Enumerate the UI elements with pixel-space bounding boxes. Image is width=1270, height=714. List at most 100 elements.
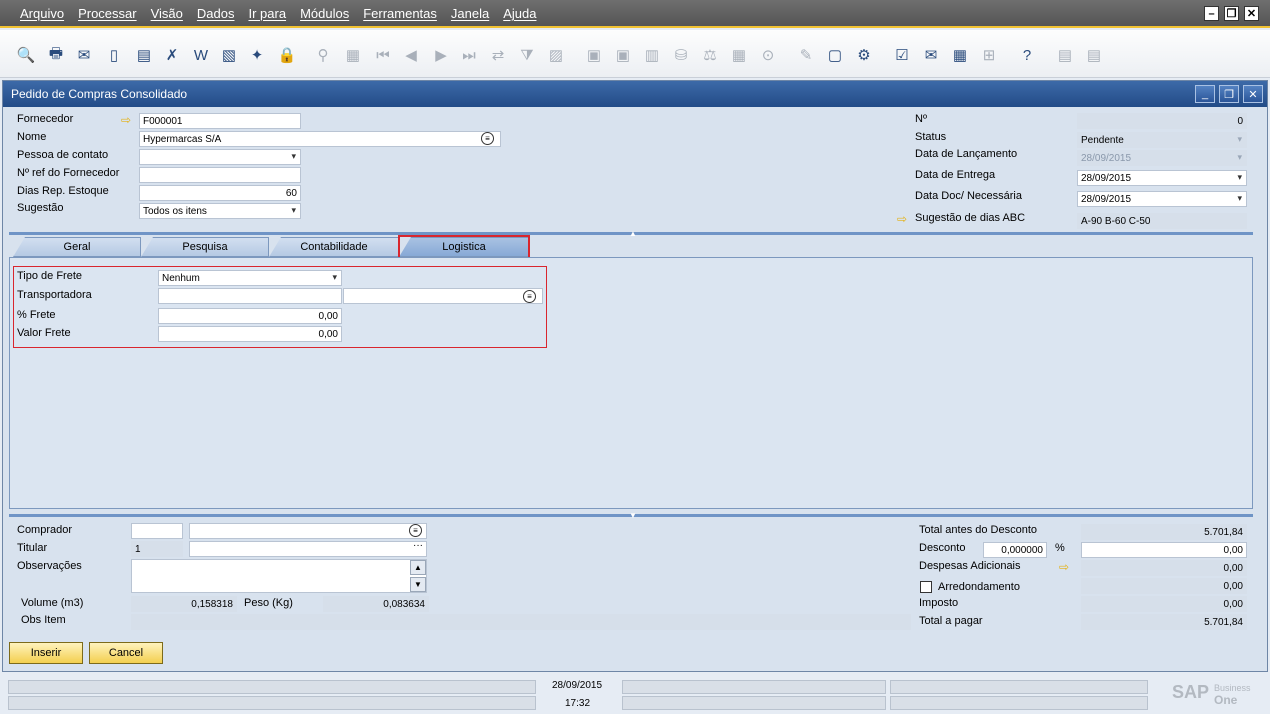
total-antes-label: Total antes do Desconto: [919, 524, 1038, 536]
menu-ferramentas[interactable]: Ferramentas: [363, 6, 437, 21]
total-pagar-field: 5.701,84: [1081, 614, 1247, 630]
dias-field[interactable]: 60: [139, 185, 301, 201]
sugestao-dropdown[interactable]: Todos os itens: [139, 203, 301, 219]
comprador-name-field[interactable]: [189, 523, 427, 539]
arredondamento-field: 0,00: [1081, 578, 1247, 594]
window-maximize-button[interactable]: ❐: [1219, 85, 1239, 103]
pct-frete-field[interactable]: 0,00: [158, 308, 342, 324]
pessoa-dropdown[interactable]: [139, 149, 301, 165]
add-icon[interactable]: ▦: [342, 44, 364, 66]
dias-label: Dias Rep. Estoque: [17, 185, 109, 197]
transportadora-name-field[interactable]: [343, 288, 543, 304]
menu-arquivo[interactable]: Arquivo: [20, 6, 64, 21]
menu-ajuda[interactable]: Ajuda: [503, 6, 536, 21]
list-icon[interactable]: ≡: [409, 524, 422, 537]
word-icon[interactable]: W: [190, 44, 212, 66]
despesas-label: Despesas Adicionais: [919, 560, 1021, 572]
tab-geral[interactable]: Geral: [13, 237, 141, 257]
valor-frete-field[interactable]: 0,00: [158, 326, 342, 342]
scroll-down-icon[interactable]: ▼: [410, 577, 426, 592]
previous-record-icon[interactable]: ◀: [400, 44, 422, 66]
despesas-field: 0,00: [1081, 560, 1247, 576]
app-close-button[interactable]: ✕: [1244, 6, 1259, 21]
last-record-icon[interactable]: ⏭: [458, 44, 480, 66]
message-icon[interactable]: ✉: [920, 44, 942, 66]
edit-icon[interactable]: ✎: [795, 44, 817, 66]
menu-visao[interactable]: Visão: [151, 6, 183, 21]
fax-icon[interactable]: ▤: [133, 44, 155, 66]
nome-field[interactable]: Hypermarcas S/A: [139, 131, 501, 147]
binoculars-icon[interactable]: ⚲: [312, 44, 334, 66]
transportadora-code-field[interactable]: [158, 288, 342, 304]
desconto-pct-field[interactable]: 0,000000: [983, 542, 1047, 558]
launch-icon[interactable]: ✦: [246, 44, 268, 66]
titular-name-field[interactable]: [189, 541, 427, 557]
sugestao-label: Sugestão: [17, 202, 64, 214]
document-search-icon[interactable]: ⊙: [757, 44, 779, 66]
list-icon[interactable]: ≡: [523, 290, 536, 303]
balance-icon[interactable]: ⚖: [699, 44, 721, 66]
nref-field[interactable]: [139, 167, 301, 183]
form-settings-icon[interactable]: ▤: [1054, 44, 1076, 66]
first-record-icon[interactable]: ⏮: [372, 44, 394, 66]
window-close-button[interactable]: ✕: [1243, 85, 1263, 103]
lock-icon[interactable]: 🔒: [276, 44, 298, 66]
abc-arrow-icon[interactable]: ⇨: [897, 212, 907, 226]
cancel-button[interactable]: Cancel: [89, 642, 163, 664]
entrega-field[interactable]: 28/09/2015: [1077, 170, 1247, 186]
inserir-button[interactable]: Inserir: [9, 642, 83, 664]
menu-janela[interactable]: Janela: [451, 6, 489, 21]
pdf-icon[interactable]: ▧: [218, 44, 240, 66]
app-restore-button[interactable]: ❐: [1224, 6, 1239, 21]
menu-processar[interactable]: Processar: [78, 6, 137, 21]
help-icon[interactable]: ?: [1016, 44, 1038, 66]
tipo-frete-dropdown[interactable]: Nenhum: [158, 270, 342, 286]
menu-modulos[interactable]: Módulos: [300, 6, 349, 21]
preview-icon[interactable]: 🔍: [15, 44, 37, 66]
settings-icon[interactable]: ⚙: [853, 44, 875, 66]
volume-icon[interactable]: ⛁: [670, 44, 692, 66]
list-icon[interactable]: ≡: [481, 132, 494, 145]
window-minimize-button[interactable]: _: [1195, 85, 1215, 103]
menu-ir-para[interactable]: Ir para: [248, 6, 286, 21]
calendar-icon[interactable]: ▦: [949, 44, 971, 66]
tab-contabilidade[interactable]: Contabilidade: [269, 237, 399, 257]
desconto-field[interactable]: 0,00: [1081, 542, 1247, 558]
tab-pesquisa[interactable]: Pesquisa: [141, 237, 269, 257]
link-arrow-icon[interactable]: ⇨: [121, 113, 131, 127]
excel-icon[interactable]: ✗: [161, 44, 183, 66]
doc-field[interactable]: 28/09/2015: [1077, 191, 1247, 207]
target-document-icon[interactable]: ▣: [612, 44, 634, 66]
print-icon[interactable]: 🖶: [45, 44, 67, 66]
more-icon[interactable]: ···: [413, 540, 423, 551]
calc-icon[interactable]: ▦: [728, 44, 750, 66]
status-date: 28/09/2015: [552, 680, 603, 691]
sort-icon[interactable]: ▨: [545, 44, 567, 66]
sms-icon[interactable]: ▯: [103, 44, 125, 66]
email-icon[interactable]: ✉: [73, 44, 95, 66]
arredondamento-checkbox[interactable]: [920, 581, 932, 593]
checklist-icon[interactable]: ☑: [891, 44, 913, 66]
comprador-code-field[interactable]: [131, 523, 183, 539]
filter-icon[interactable]: ⧩: [516, 44, 538, 66]
num-label: Nº: [915, 113, 927, 125]
next-record-icon[interactable]: ▶: [430, 44, 452, 66]
tipo-frete-label: Tipo de Frete: [17, 270, 83, 282]
observacoes-field[interactable]: [131, 559, 427, 593]
top-splitter[interactable]: ▲: [9, 229, 1253, 238]
lancamento-label: Data de Lançamento: [915, 148, 1018, 160]
org-chart-icon[interactable]: ⊞: [978, 44, 1000, 66]
base-document-icon[interactable]: ▣: [583, 44, 605, 66]
scroll-up-icon[interactable]: ▲: [410, 560, 426, 575]
gross-profit-icon[interactable]: ▥: [641, 44, 663, 66]
fornecedor-field[interactable]: F000001: [139, 113, 301, 129]
app-minimize-button[interactable]: –: [1204, 6, 1219, 21]
status-box-5: [890, 680, 1148, 694]
bottom-splitter[interactable]: ▼: [9, 511, 1253, 520]
refresh-icon[interactable]: ⇄: [487, 44, 509, 66]
layout-icon[interactable]: ▤: [1083, 44, 1105, 66]
despesas-arrow-icon[interactable]: ⇨: [1059, 560, 1069, 574]
new-doc-icon[interactable]: ▢: [824, 44, 846, 66]
menu-dados[interactable]: Dados: [197, 6, 235, 21]
valor-frete-label: Valor Frete: [17, 327, 71, 339]
